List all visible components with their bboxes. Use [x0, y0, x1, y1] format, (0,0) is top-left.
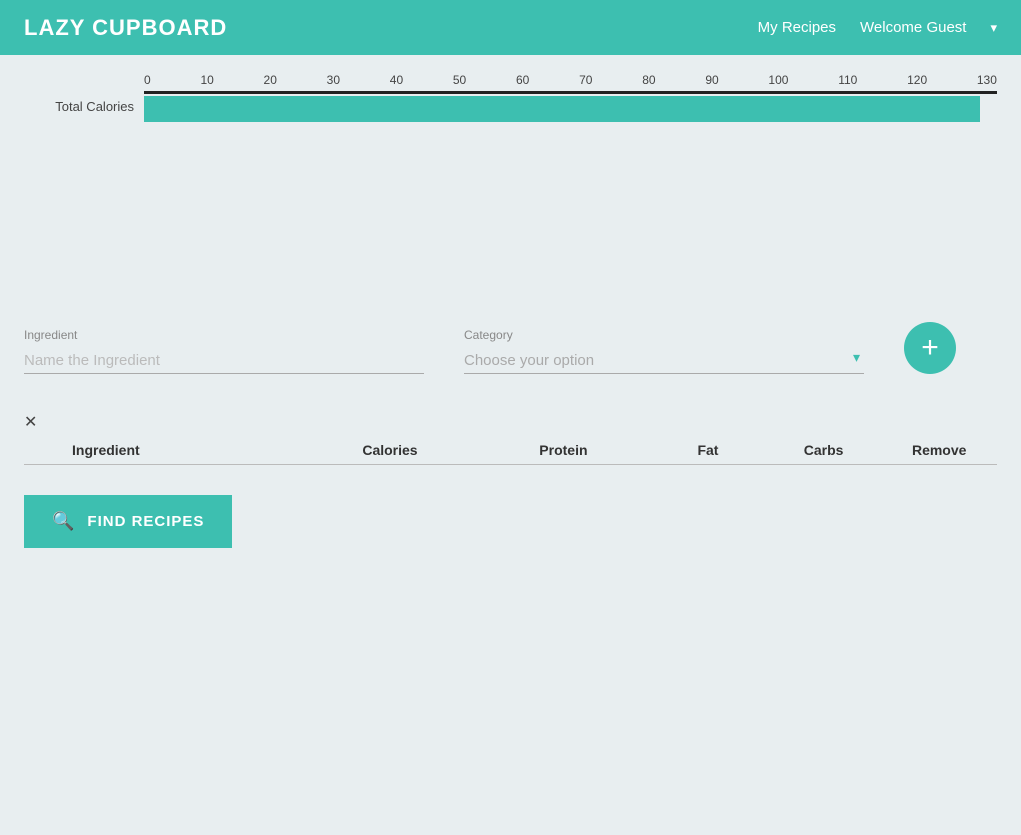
app-header: Lazy Cupboard My Recipes Welcome Guest ▾: [0, 0, 1021, 55]
scale-label-90: 90: [705, 73, 718, 87]
my-recipes-link[interactable]: My Recipes: [758, 19, 836, 36]
scale-label-100: 100: [768, 73, 788, 87]
scale-label-130: 130: [977, 73, 997, 87]
category-select[interactable]: Choose your option Vegetables Fruits Mea…: [464, 348, 864, 374]
scale-label-10: 10: [200, 73, 213, 87]
user-menu-dropdown-icon[interactable]: ▾: [990, 20, 997, 36]
scale-label-70: 70: [579, 73, 592, 87]
chart-scale-line: [144, 91, 997, 94]
chart-bar-fill: [144, 96, 980, 122]
ingredient-form-group: Ingredient: [24, 328, 424, 374]
table-header-row: Ingredient Calories Protein Fat Carbs Re…: [24, 436, 997, 465]
chart-bar-container: [144, 91, 997, 122]
chart-bar-label: Total Calories: [24, 99, 144, 114]
main-content: Ingredient Category Choose your option V…: [0, 132, 1021, 568]
table-header-remove: Remove: [881, 442, 997, 458]
scale-label-30: 30: [327, 73, 340, 87]
app-logo: Lazy Cupboard: [24, 15, 227, 41]
welcome-guest-label: Welcome Guest: [860, 19, 966, 36]
ingredients-table: ✕ Ingredient Calories Protein Fat Carbs …: [24, 404, 997, 465]
search-icon: 🔍: [52, 511, 75, 532]
table-header-fat: Fat: [650, 442, 766, 458]
chart-scale-labels: 0 10 20 30 40 50 60 70 80 90 100 110 120…: [144, 73, 997, 87]
add-ingredient-button[interactable]: +: [904, 322, 956, 374]
ingredient-label: Ingredient: [24, 328, 424, 342]
chart-area: 0 10 20 30 40 50 60 70 80 90 100 110 120…: [0, 55, 1021, 132]
find-recipes-button[interactable]: 🔍 FIND RECIPES: [24, 495, 232, 548]
scale-label-50: 50: [453, 73, 466, 87]
table-header-protein: Protein: [477, 442, 650, 458]
scale-label-80: 80: [642, 73, 655, 87]
header-navigation: My Recipes Welcome Guest ▾: [758, 19, 997, 36]
ingredient-input[interactable]: [24, 348, 424, 374]
table-header-ingredient: Ingredient: [24, 442, 303, 458]
category-select-wrapper: Choose your option Vegetables Fruits Mea…: [464, 348, 864, 374]
scale-label-110: 110: [838, 73, 857, 87]
category-label: Category: [464, 328, 864, 342]
scale-label-20: 20: [264, 73, 277, 87]
add-button-icon: +: [921, 333, 939, 363]
table-header-calories: Calories: [303, 442, 476, 458]
scale-label-0: 0: [144, 73, 151, 87]
find-recipes-label: FIND RECIPES: [87, 513, 204, 530]
scale-label-120: 120: [907, 73, 927, 87]
total-calories-bar-row: Total Calories: [24, 91, 997, 122]
table-header-carbs: Carbs: [766, 442, 882, 458]
scale-label-40: 40: [390, 73, 403, 87]
collapse-icon[interactable]: ✕: [24, 412, 37, 432]
category-form-group: Category Choose your option Vegetables F…: [464, 328, 864, 374]
chart-scale: 0 10 20 30 40 50 60 70 80 90 100 110 120…: [144, 73, 997, 87]
ingredient-form-row: Ingredient Category Choose your option V…: [24, 322, 997, 374]
scale-label-60: 60: [516, 73, 529, 87]
table-collapse-row: ✕: [24, 404, 997, 436]
